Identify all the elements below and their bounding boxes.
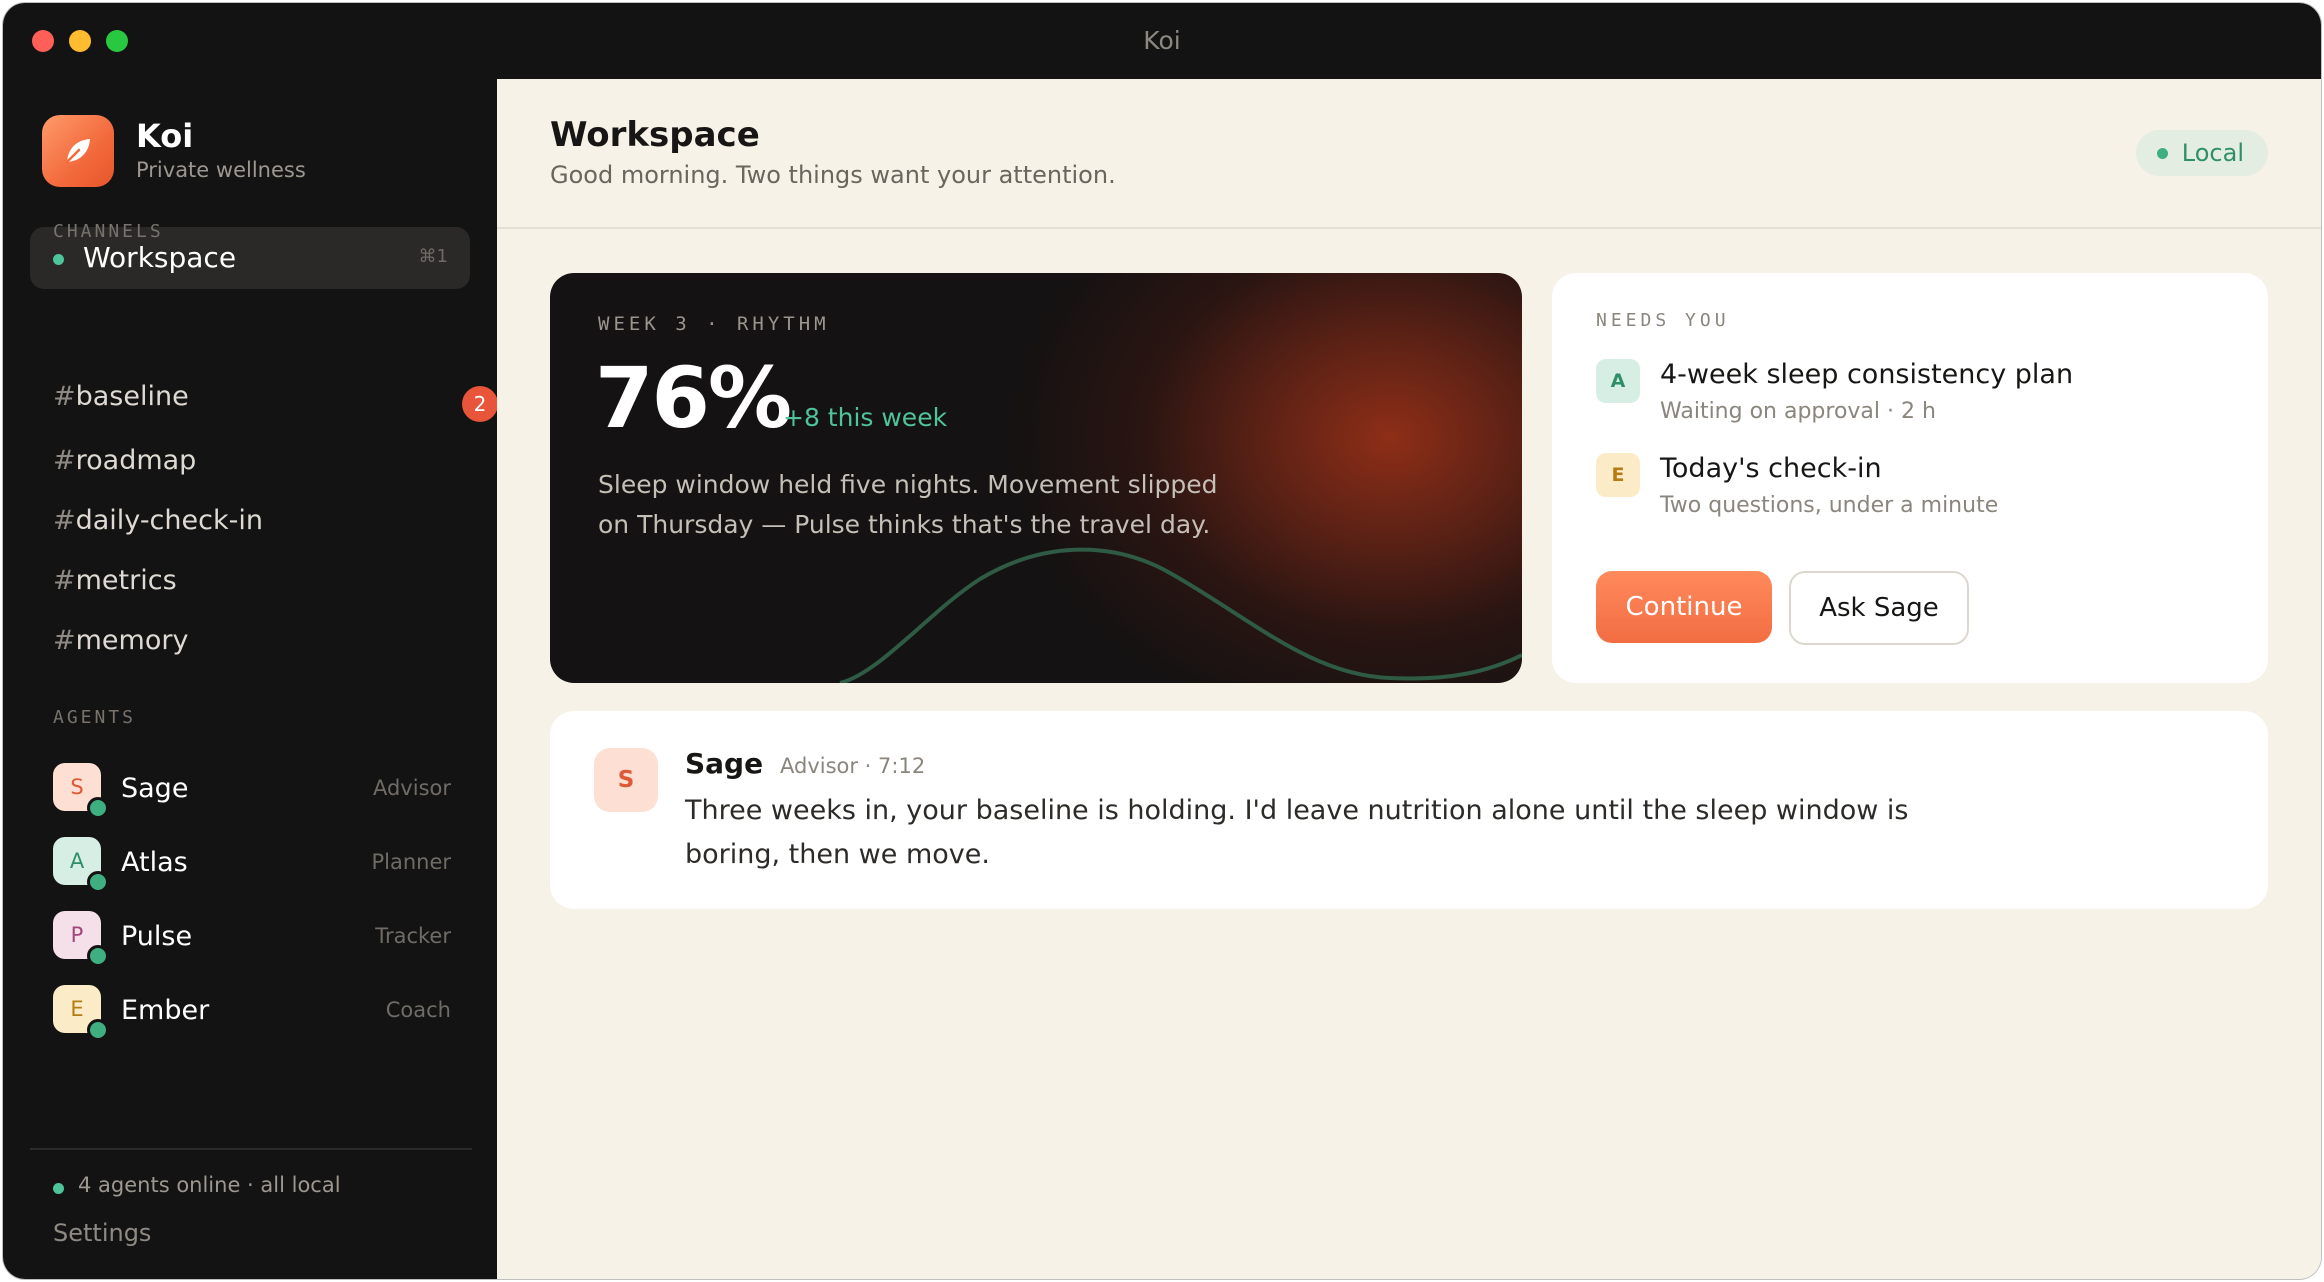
- app-name: Koi: [136, 117, 194, 155]
- message-meta: Advisor · 7:12: [780, 754, 926, 778]
- app-subtitle: Private wellness: [136, 158, 306, 182]
- agent-role: Planner: [371, 850, 451, 874]
- sidebar-item-daily-check-in[interactable]: #daily-check-in: [53, 505, 453, 551]
- sidebar-item-roadmap[interactable]: #roadmap: [53, 445, 453, 491]
- ask-sage-button[interactable]: Ask Sage: [1789, 571, 1969, 645]
- agent-role: Tracker: [375, 924, 451, 948]
- channel-name: memory: [75, 625, 189, 656]
- task-item-sleep-plan[interactable]: A 4-week sleep consistency plan Waiting …: [1596, 359, 2236, 439]
- needs-you-heading: NEEDS YOU: [1596, 310, 1730, 331]
- shortcut-hint: ⌘1: [418, 246, 448, 267]
- status-label: Local: [2181, 139, 2244, 167]
- message-author: Sage: [685, 747, 764, 780]
- sidebar-item-memory[interactable]: #memory: [53, 625, 453, 671]
- local-status-badge: Local: [2135, 130, 2268, 176]
- hash-icon: #: [53, 445, 76, 476]
- rhythm-score: 76%: [595, 349, 792, 447]
- agent-name: Sage: [121, 773, 189, 804]
- window-title: Koi: [1143, 26, 1181, 55]
- online-status-dot: [87, 797, 109, 819]
- hash-icon: #: [53, 565, 76, 596]
- hash-icon: #: [53, 625, 76, 656]
- agent-item-ember[interactable]: E Ember Coach: [53, 985, 451, 1041]
- agent-name: Pulse: [121, 921, 193, 952]
- rhythm-kicker: WEEK 3 · RHYTHM: [598, 313, 830, 335]
- sidebar-item-baseline[interactable]: #baseline 2: [53, 381, 498, 427]
- channels-heading: CHANNELS: [53, 221, 164, 242]
- task-title: 4-week sleep consistency plan: [1660, 359, 2074, 390]
- online-status-dot: [87, 871, 109, 893]
- agents-online-status: 4 agents online · all local: [78, 1173, 341, 1197]
- page-subtitle: Good morning. Two things want your atten…: [550, 161, 1116, 189]
- agent-name: Ember: [121, 995, 210, 1026]
- unread-badge: 2: [462, 386, 498, 422]
- avatar: E: [1596, 453, 1640, 497]
- hash-icon: #: [53, 505, 76, 536]
- channel-name: baseline: [75, 381, 189, 412]
- hash-icon: #: [53, 381, 76, 412]
- header-divider: [497, 227, 2321, 229]
- main-content: Workspace Good morning. Two things want …: [497, 79, 2321, 1279]
- avatar: A: [1596, 359, 1640, 403]
- agent-role: Coach: [385, 998, 451, 1022]
- rhythm-summary: Sleep window held five nights. Movement …: [598, 470, 1218, 539]
- online-status-dot: [53, 1183, 64, 1194]
- online-status-dot: [87, 945, 109, 967]
- rhythm-card: WEEK 3 · RHYTHM 76% +8 this week Sleep w…: [550, 273, 1522, 683]
- agent-name: Atlas: [121, 847, 188, 878]
- task-title: Today's check-in: [1660, 453, 1882, 484]
- task-meta: Waiting on approval · 2 h: [1660, 399, 1936, 424]
- status-dot: [2156, 148, 2168, 159]
- channel-name: daily-check-in: [75, 505, 263, 536]
- online-status-dot: [87, 1019, 109, 1041]
- task-item-check-in[interactable]: E Today's check-in Two questions, under …: [1596, 453, 2236, 533]
- settings-link[interactable]: Settings: [53, 1219, 151, 1247]
- sidebar: Koi Private wellness Workspace ⌘1 CHANNE…: [3, 79, 498, 1279]
- page-title: Workspace: [550, 115, 760, 155]
- channel-name: roadmap: [75, 445, 197, 476]
- title-bar: Koi: [3, 3, 2321, 79]
- sidebar-item-metrics[interactable]: #metrics: [53, 565, 453, 611]
- agent-item-pulse[interactable]: P Pulse Tracker: [53, 911, 451, 967]
- agent-item-sage[interactable]: S Sage Advisor: [53, 763, 451, 819]
- agent-item-atlas[interactable]: A Atlas Planner: [53, 837, 451, 893]
- message-text: Three weeks in, your baseline is holding…: [685, 795, 1909, 870]
- agent-role: Advisor: [372, 776, 451, 800]
- leaf-icon: [65, 139, 90, 164]
- task-meta: Two questions, under a minute: [1660, 493, 1999, 518]
- avatar: S: [594, 748, 658, 812]
- app-logo: [42, 115, 114, 187]
- sidebar-item-label: Workspace: [83, 241, 237, 274]
- agents-heading: AGENTS: [53, 707, 137, 728]
- rhythm-delta: +8 this week: [783, 403, 948, 432]
- app-window: Koi Koi Private wellness Workspace ⌘1 CH…: [3, 3, 2321, 1279]
- message-card: S Sage Advisor · 7:12 Three weeks in, yo…: [550, 711, 2268, 909]
- sidebar-divider: [30, 1148, 472, 1150]
- channel-name: metrics: [75, 565, 177, 596]
- needs-you-card: NEEDS YOU A 4-week sleep consistency pla…: [1552, 273, 2268, 683]
- active-indicator-dot: [53, 254, 64, 265]
- continue-button[interactable]: Continue: [1596, 571, 1772, 643]
